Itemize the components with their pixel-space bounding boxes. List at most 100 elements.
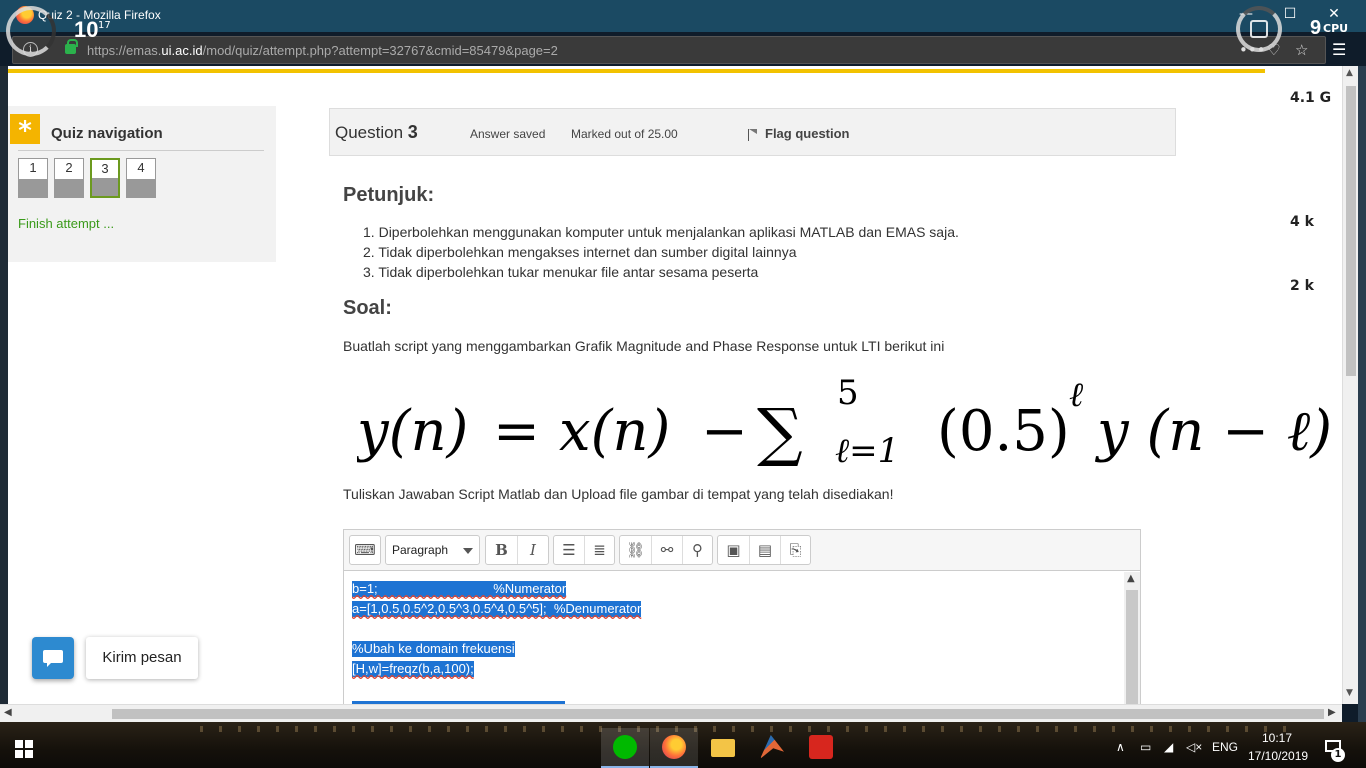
numbered-list-icon[interactable]: ≣ [584,536,614,564]
scroll-down-icon[interactable]: ▼ [1346,688,1353,698]
battery-icon[interactable]: ▭ [1140,740,1151,754]
taskbar-line-app[interactable] [601,728,649,768]
url-domain: ui.ac.id [161,43,203,58]
eq-sigma: ∑ [757,396,803,466]
page-vertical-scrollbar[interactable]: ▲ ▼ [1342,66,1358,704]
notification-count-badge: 1 [1331,748,1345,762]
question-heading: Soal: [343,297,392,319]
list-group: ☰ ≣ [553,535,615,565]
eq-exponent: ℓ [1069,375,1083,415]
page-scroll-thumb[interactable] [1346,86,1356,376]
quiz-nav-question-2[interactable]: 2 [54,158,84,198]
manage-files-icon[interactable]: ⚲ [682,536,712,564]
show-hidden-icons-chevron-icon[interactable]: ∧ [1116,740,1125,754]
windows-start-icon[interactable] [15,740,33,758]
keyboard-icon: ⌨ [354,541,376,559]
input-language[interactable]: ENG [1212,740,1238,754]
hamburger-menu-icon[interactable]: ☰ [1332,40,1346,59]
text-style-group: B I [485,535,549,565]
media-group: ▣ ▤ ⎘ [717,535,811,565]
media-icon[interactable]: ▤ [749,536,780,564]
answer-instruction: Tuliskan Jawaban Script Matlab dan Uploa… [343,486,894,502]
eq-term1: x(n) [559,399,670,464]
taskbar-firefox-app[interactable] [650,728,698,768]
code-line[interactable]: %Ubah ke domain frekuensi [352,641,515,657]
bookmark-star-icon[interactable]: ☆ [1295,41,1308,59]
flag-question-button[interactable]: Flag question [765,126,850,141]
line-icon [613,735,637,759]
editor-scrollbar[interactable]: ▲ [1124,572,1140,704]
chat-button[interactable] [32,637,74,679]
taskbar: ∧ ▭ ◢ ◁× ENG 10:17 17/10/2019 1 [0,722,1366,768]
overlay-stat-download: 2 k [1290,278,1314,294]
rule-item: 3. Tidak diperbolehkan tukar menukar fil… [363,264,759,280]
quiz-navigation-title: Quiz navigation [51,125,163,142]
quiz-nav-question-4[interactable]: 4 [126,158,156,198]
eq-equals: = [493,399,540,464]
quiz-nav-question-1[interactable]: 1 [18,158,48,198]
firefox-icon [662,735,686,759]
horizontal-scroll-thumb[interactable] [112,709,1324,719]
answer-editor: ⌨ Paragraph B I ☰ ≣ ⛓ ⚯ ⚲ ▣ ▤ ⎘ b=1; %Nu… [343,529,1141,704]
taskbar-matlab-app[interactable] [748,728,796,768]
chevron-down-icon [463,548,473,554]
secure-lock-icon[interactable] [65,39,78,54]
bold-button[interactable]: B [486,536,517,564]
wifi-icon[interactable]: ◢ [1164,740,1173,754]
question-marks: Marked out of 25.00 [571,127,678,141]
quiz-nav-question-3[interactable]: 3 [90,158,120,198]
matlab-icon [760,735,784,759]
eq-lhs: y(n) [357,399,468,464]
unlink-icon[interactable]: ⚯ [651,536,682,564]
code-line[interactable]: a=[1,0.5,0.5^2,0.5^3,0.5^4,0.5^5]; %Denu… [352,601,642,617]
window-titlebar: Quiz 2 - Mozilla Firefox — ☐ ✕ [0,0,1366,32]
clock-time[interactable]: 10:17 [1262,731,1292,745]
answer-status: Answer saved [470,127,546,141]
chat-send-message-label[interactable]: Kirim pesan [86,637,198,679]
editor-text-area[interactable]: b=1; %Numerator a=[1,0.5,0.5^2,0.5^3,0.5… [344,572,1140,704]
scroll-right-icon[interactable]: ▶ [1328,707,1336,718]
difference-equation-image: y(n) = x(n) − ∑ 5 ℓ=1 (0.5) ℓ y (n − ℓ) [357,370,1337,466]
bullet-list-icon[interactable]: ☰ [554,536,584,564]
ram-gauge-ring [6,6,56,56]
scroll-left-icon[interactable]: ◀ [4,707,12,718]
taskbar-acrobat-app[interactable] [797,728,845,768]
code-line[interactable]: [H,w]=freqz(b,a,100); [352,661,474,677]
scroll-up-icon[interactable]: ▲ [1127,573,1135,584]
overlay-stat-memory: 4.1 G [1290,90,1332,106]
maximize-button[interactable]: ☐ [1280,4,1300,24]
folder-icon [711,739,735,757]
eq-lower-limit: ℓ=1 [835,431,899,466]
link-icon[interactable]: ⛓ [620,536,651,564]
volume-muted-icon[interactable]: ◁× [1186,740,1202,754]
rule-item: 1. Diperbolehkan menggunakan komputer un… [363,224,959,240]
toolbar-toggle-button[interactable]: ⌨ [349,535,381,565]
taskbar-file-explorer-app[interactable] [699,728,747,768]
italic-button[interactable]: I [517,536,548,564]
finish-attempt-link[interactable]: Finish attempt ... [18,216,114,231]
url-text[interactable]: https://emas.ui.ac.id/mod/quiz/attempt.p… [87,43,558,58]
scroll-up-icon[interactable]: ▲ [1346,68,1353,78]
left-edge [0,66,8,704]
code-line[interactable]: b=1; %Numerator [352,581,567,597]
image-icon[interactable]: ▣ [718,536,749,564]
close-window-button[interactable]: ✕ [1324,4,1344,24]
cpu-gauge-label: CPU [1323,22,1349,35]
question-instruction: Buatlah script yang menggambarkan Grafik… [343,338,945,354]
divider [18,150,264,151]
quiz-navigation-block: * Quiz navigation 1 2 3 4 Finish attempt… [8,106,276,262]
instructions-heading: Petunjuk: [343,184,435,206]
paste-icon[interactable]: ⎘ [780,536,810,564]
difference-equation-svg: y(n) = x(n) − ∑ 5 ℓ=1 (0.5) ℓ y (n − ℓ) [357,373,1332,466]
question-title: Question 3 [335,122,418,142]
paragraph-format-select[interactable]: Paragraph [385,535,480,565]
clock-date[interactable]: 17/10/2019 [1248,749,1308,763]
flag-icon[interactable] [748,129,757,141]
address-bar[interactable]: i https://emas.ui.ac.id/mod/quiz/attempt… [12,36,1326,64]
cpu-gauge-value: 9 [1310,17,1322,39]
rules-list: 1. Diperbolehkan menggunakan komputer un… [363,222,959,282]
editor-scroll-thumb[interactable] [1126,590,1138,704]
page-horizontal-scrollbar[interactable]: ◀ ▶ [0,704,1342,722]
asterisk-icon: * [10,114,40,146]
editor-toolbar: ⌨ Paragraph B I ☰ ≣ ⛓ ⚯ ⚲ ▣ ▤ ⎘ [344,530,1140,571]
